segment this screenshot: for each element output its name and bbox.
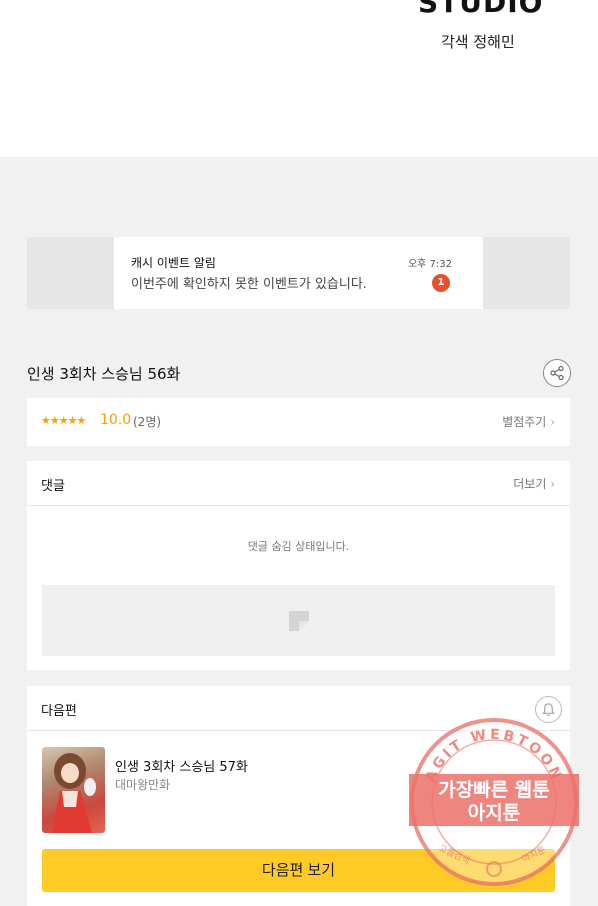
notification-badge: 1 xyxy=(432,274,450,292)
chevron-right-icon: › xyxy=(550,415,555,429)
header-area: STUDIO 각색 정해민 xyxy=(0,0,598,157)
rating-card: ★★★★★ 10.0 (2명) 별점주기 › xyxy=(27,398,570,446)
rating-stars: ★★★★★ xyxy=(41,414,86,427)
rating-count: (2명) xyxy=(133,415,162,429)
comments-card: 댓글 더보기 › 댓글 숨김 상태입니다. xyxy=(27,461,570,670)
next-episode-author: 대마왕만화 xyxy=(115,778,171,792)
comment-placeholder-box xyxy=(42,585,555,656)
rate-button[interactable]: 별점주기 › xyxy=(502,413,555,430)
rating-score: 10.0 xyxy=(100,412,132,428)
comments-header: 댓글 더보기 › xyxy=(27,461,570,506)
studio-logo: STUDIO xyxy=(418,0,544,19)
credit-text: 각색 정해민 xyxy=(441,33,515,51)
comments-more-button[interactable]: 더보기 › xyxy=(513,475,555,492)
share-button[interactable] xyxy=(543,359,571,387)
share-icon xyxy=(550,365,564,381)
notification-title: 캐시 이벤트 알림 xyxy=(131,256,216,270)
chevron-right-icon: › xyxy=(550,477,555,491)
comments-title: 댓글 xyxy=(41,479,65,494)
next-episode-title[interactable]: 인생 3회차 스승님 57화 xyxy=(115,756,248,775)
bell-icon xyxy=(542,703,555,716)
cash-event-notification[interactable]: 캐시 이벤트 알림 오후 7:32 이번주에 확인하지 못한 이벤트가 있습니다… xyxy=(27,237,570,309)
thumbnail-art xyxy=(52,753,96,833)
placeholder-image-icon xyxy=(289,611,309,631)
notify-button[interactable] xyxy=(535,696,562,723)
more-label: 더보기 xyxy=(513,477,547,491)
comments-hidden-message: 댓글 숨김 상태입니다. xyxy=(247,540,350,553)
next-episode-button[interactable]: 다음편 보기 xyxy=(42,849,555,892)
rate-button-label: 별점주기 xyxy=(502,415,547,429)
notification-card[interactable]: 캐시 이벤트 알림 오후 7:32 이번주에 확인하지 못한 이벤트가 있습니다… xyxy=(114,237,483,309)
notification-time: 오후 7:32 xyxy=(407,259,452,270)
episode-title: 인생 3회차 스승님 56화 xyxy=(27,365,181,383)
next-episode-label: 다음편 xyxy=(41,704,77,719)
notification-message: 이번주에 확인하지 못한 이벤트가 있습니다. xyxy=(131,277,367,292)
next-episode-thumbnail[interactable] xyxy=(42,747,105,833)
next-episode-card: 다음편 인생 3회차 스승님 57화 대마왕만화 다음편 보기 xyxy=(27,686,570,906)
next-episode-header: 다음편 xyxy=(27,686,570,731)
